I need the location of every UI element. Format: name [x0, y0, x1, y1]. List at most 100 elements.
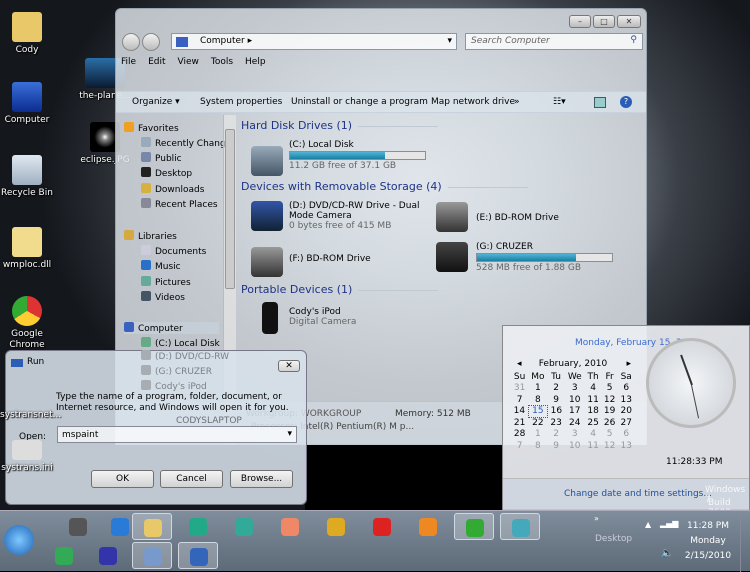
menu-edit[interactable]: Edit — [148, 57, 165, 67]
calendar-day[interactable]: 7 — [511, 394, 528, 406]
calendar-month[interactable]: February, 2010 — [539, 359, 608, 369]
help-icon[interactable]: ? — [620, 96, 632, 108]
group-hard-disk-drives[interactable]: Hard Disk Drives (1) — [241, 119, 438, 132]
organize-button[interactable]: Organize ▾ — [132, 97, 180, 107]
taskbar-button[interactable] — [270, 513, 310, 540]
calendar-day[interactable]: 10 — [565, 394, 585, 406]
calendar-day[interactable]: 2 — [547, 383, 564, 395]
next-month-button[interactable]: ▸ — [626, 359, 631, 369]
chevron-down-icon[interactable]: ▾ — [447, 36, 452, 46]
nav-desktop[interactable]: Desktop — [141, 167, 192, 179]
chevron-down-icon[interactable]: ▾ — [287, 429, 292, 439]
desktop-icon-chrome[interactable]: Google Chrome — [0, 296, 54, 351]
calendar-day[interactable]: 18 — [585, 406, 602, 418]
calendar-day[interactable]: 26 — [601, 417, 618, 429]
calendar-day[interactable]: 9 — [547, 394, 564, 406]
scrollbar-thumb[interactable] — [225, 129, 235, 289]
more-commands-button[interactable]: » — [514, 97, 520, 107]
menu-tools[interactable]: Tools — [211, 57, 233, 67]
calendar-day[interactable]: 12 — [601, 440, 618, 452]
calendar-day[interactable]: 13 — [618, 394, 635, 406]
nav-d-drive[interactable]: (D:) DVD/CD-RW — [141, 350, 229, 362]
forward-button[interactable] — [142, 33, 160, 51]
overflow-button[interactable]: » — [594, 514, 599, 523]
desktop-icon-systransnet[interactable]: systransnet... — [0, 410, 61, 420]
nav-documents[interactable]: Documents — [141, 245, 206, 257]
calendar-day[interactable]: 20 — [618, 406, 635, 418]
calendar-day[interactable]: 3 — [565, 383, 585, 395]
taskbar-button[interactable] — [362, 513, 402, 540]
nav-libraries[interactable]: Libraries — [124, 230, 177, 242]
cancel-button[interactable]: Cancel — [160, 470, 223, 488]
calendar-day[interactable]: 3 — [565, 429, 585, 441]
drive-d[interactable]: (D:) DVD/CD-RW Drive - Dual Mode Camera 0 … — [289, 201, 419, 231]
calendar-day[interactable]: 12 — [601, 394, 618, 406]
drive-e[interactable]: (E:) BD-ROM Drive — [476, 213, 559, 223]
preview-pane-icon[interactable] — [594, 97, 606, 108]
nav-videos[interactable]: Videos — [141, 291, 185, 303]
network-icon[interactable]: ▂▄▆ — [660, 519, 678, 528]
taskbar-button[interactable] — [316, 513, 356, 540]
calendar-day[interactable]: 5 — [601, 429, 618, 441]
nav-public[interactable]: Public — [141, 152, 182, 164]
drive-c[interactable]: (C:) Local Disk 11.2 GB free of 37.1 GB — [289, 140, 426, 171]
nav-recent-places[interactable]: Recent Places — [141, 198, 218, 210]
taskbar-button[interactable] — [500, 513, 540, 540]
menu-view[interactable]: View — [178, 57, 199, 67]
calendar-day[interactable]: 19 — [601, 406, 618, 418]
nav-downloads[interactable]: Downloads — [141, 183, 204, 195]
calendar-day[interactable]: 11 — [585, 394, 602, 406]
system-properties-button[interactable]: System properties — [200, 97, 282, 107]
group-removable-storage[interactable]: Devices with Removable Storage (4) — [241, 180, 528, 193]
minimize-button[interactable]: – — [569, 15, 591, 28]
calendar-day[interactable]: 11 — [585, 440, 602, 452]
nav-ipod[interactable]: Cody's iPod — [141, 380, 207, 392]
nav-favorites[interactable]: Favorites — [124, 122, 179, 134]
calendar-day[interactable]: 22 — [528, 417, 547, 429]
calendar-day[interactable]: 6 — [618, 429, 635, 441]
taskbar-button[interactable] — [44, 542, 84, 569]
calendar-day[interactable]: 15 — [527, 405, 548, 418]
desktop-icon-systrans-ini[interactable]: systrans.ini — [0, 440, 54, 473]
desktop-toolbar[interactable]: Desktop — [595, 534, 632, 544]
desktop-icon-recycle-bin[interactable]: Recycle Bin — [0, 155, 54, 198]
desktop-icon-computer[interactable]: Computer — [0, 82, 54, 125]
change-date-time-link[interactable]: Change date and time settings... — [564, 489, 712, 499]
calendar-day[interactable]: 2 — [547, 429, 564, 441]
taskbar-button[interactable] — [454, 513, 494, 540]
calendar-day[interactable]: 4 — [585, 383, 602, 395]
desktop-icon-cody[interactable]: Cody — [0, 12, 54, 55]
drive-f[interactable]: (F:) BD-ROM Drive — [289, 254, 371, 264]
prev-month-button[interactable]: ◂ — [517, 359, 522, 369]
taskbar-button[interactable] — [132, 513, 172, 540]
calendar-day[interactable]: 1 — [528, 383, 547, 395]
menu-help[interactable]: Help — [245, 57, 266, 67]
uninstall-program-button[interactable]: Uninstall or change a program — [291, 97, 428, 107]
calendar-day[interactable]: 14 — [511, 406, 528, 418]
close-button[interactable]: ✕ — [278, 360, 300, 372]
breadcrumb-computer[interactable]: Computer — [200, 36, 245, 46]
nav-computer[interactable]: Computer — [124, 322, 219, 334]
taskbar-button[interactable] — [178, 542, 218, 569]
search-input[interactable]: Search Computer ⚲ — [465, 33, 643, 50]
taskbar-button[interactable] — [408, 513, 448, 540]
calendar-day[interactable]: 8 — [528, 440, 547, 452]
taskbar-button[interactable] — [58, 513, 98, 540]
back-button[interactable] — [122, 33, 140, 51]
taskbar-button[interactable] — [178, 513, 218, 540]
taskbar-button[interactable] — [88, 542, 128, 569]
calendar-day[interactable]: 21 — [511, 417, 528, 429]
calendar-day[interactable]: 31 — [511, 383, 528, 395]
taskbar-button[interactable] — [132, 542, 172, 569]
nav-c-drive[interactable]: (C:) Local Disk — [141, 337, 220, 349]
calendar-day[interactable]: 8 — [528, 394, 547, 406]
calendar-day[interactable]: 23 — [547, 417, 564, 429]
show-hidden-icons[interactable]: ▲ — [645, 520, 651, 529]
calendar-day[interactable]: 10 — [565, 440, 585, 452]
nav-g-drive[interactable]: (G:) CRUZER — [141, 365, 212, 377]
calendar-day[interactable]: 17 — [565, 406, 585, 418]
nav-recently-changed[interactable]: Recently Changed — [141, 137, 229, 149]
nav-music[interactable]: Music — [141, 260, 181, 272]
calendar-day[interactable]: 28 — [511, 429, 528, 441]
desktop-icon-wmploc[interactable]: wmploc.dll — [0, 227, 54, 270]
